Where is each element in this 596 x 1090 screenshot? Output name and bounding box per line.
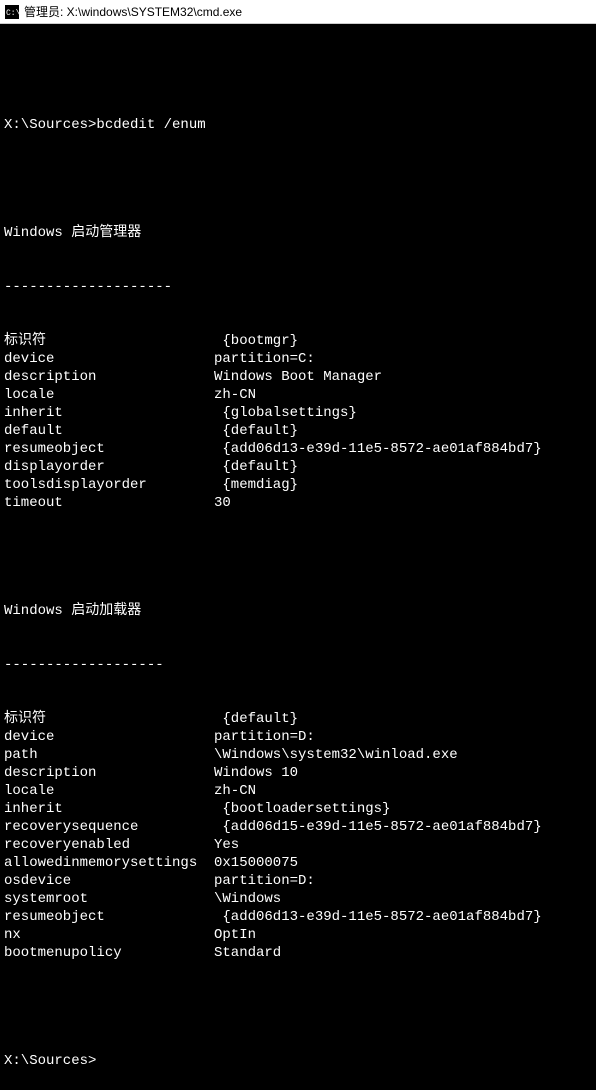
config-value: {default} (214, 458, 592, 476)
config-key: recoveryenabled (4, 836, 214, 854)
config-entry: systemroot\Windows (4, 890, 592, 908)
command-text: bcdedit /enum (96, 117, 205, 133)
section-divider: ------------------- (4, 656, 592, 674)
config-entry: recoverysequence {add06d15-e39d-11e5-857… (4, 818, 592, 836)
config-value: partition=D: (214, 872, 592, 890)
config-entry: localezh-CN (4, 386, 592, 404)
config-value: {add06d15-e39d-11e5-8572-ae01af884bd7} (214, 818, 592, 836)
config-key: systemroot (4, 890, 214, 908)
config-value: 30 (214, 494, 592, 512)
svg-text:C:\: C:\ (6, 9, 19, 18)
section-divider: -------------------- (4, 278, 592, 296)
config-key: nx (4, 926, 214, 944)
config-key: path (4, 746, 214, 764)
config-key: resumeobject (4, 908, 214, 926)
prompt-path: X:\Sources> (4, 117, 96, 133)
blank-line (4, 548, 592, 566)
config-entry: resumeobject {add06d13-e39d-11e5-8572-ae… (4, 908, 592, 926)
config-key: bootmenupolicy (4, 944, 214, 962)
config-key: toolsdisplayorder (4, 476, 214, 494)
config-entry: default {default} (4, 422, 592, 440)
config-key: resumeobject (4, 440, 214, 458)
config-entry: resumeobject {add06d13-e39d-11e5-8572-ae… (4, 440, 592, 458)
config-value: Standard (214, 944, 592, 962)
config-value: Yes (214, 836, 592, 854)
config-key: osdevice (4, 872, 214, 890)
config-entry: devicepartition=C: (4, 350, 592, 368)
config-key: 标识符 (4, 332, 214, 350)
config-entry: devicepartition=D: (4, 728, 592, 746)
config-entry: nxOptIn (4, 926, 592, 944)
config-key: device (4, 350, 214, 368)
blank-line (4, 62, 592, 80)
config-value: 0x15000075 (214, 854, 592, 872)
config-key: recoverysequence (4, 818, 214, 836)
config-value: {bootloadersettings} (214, 800, 592, 818)
config-entry: inherit {bootloadersettings} (4, 800, 592, 818)
config-entry: 标识符 {bootmgr} (4, 332, 592, 350)
config-key: allowedinmemorysettings (4, 854, 214, 872)
config-value: {default} (214, 422, 592, 440)
config-value: partition=C: (214, 350, 592, 368)
config-value: {add06d13-e39d-11e5-8572-ae01af884bd7} (214, 908, 592, 926)
config-entry: bootmenupolicyStandard (4, 944, 592, 962)
config-value: OptIn (214, 926, 592, 944)
config-value: zh-CN (214, 386, 592, 404)
config-entry: timeout30 (4, 494, 592, 512)
section-title: Windows 启动管理器 (4, 224, 592, 242)
config-value: Windows 10 (214, 764, 592, 782)
config-entry: osdevicepartition=D: (4, 872, 592, 890)
config-entry: descriptionWindows 10 (4, 764, 592, 782)
config-key: description (4, 764, 214, 782)
config-value: {bootmgr} (214, 332, 592, 350)
config-value: \Windows\system32\winload.exe (214, 746, 592, 764)
blank-line (4, 170, 592, 188)
config-key: locale (4, 386, 214, 404)
config-entry: recoveryenabledYes (4, 836, 592, 854)
config-entry: inherit {globalsettings} (4, 404, 592, 422)
config-key: timeout (4, 494, 214, 512)
config-key: 标识符 (4, 710, 214, 728)
command-line: X:\Sources>bcdedit /enum (4, 116, 592, 134)
config-value: Windows Boot Manager (214, 368, 592, 386)
prompt-path: X:\Sources> (4, 1053, 96, 1069)
section-title: Windows 启动加载器 (4, 602, 592, 620)
config-entry: displayorder {default} (4, 458, 592, 476)
config-entry: localezh-CN (4, 782, 592, 800)
config-value: {add06d13-e39d-11e5-8572-ae01af884bd7} (214, 440, 592, 458)
config-value: {memdiag} (214, 476, 592, 494)
config-key: inherit (4, 404, 214, 422)
config-key: default (4, 422, 214, 440)
config-entry: path\Windows\system32\winload.exe (4, 746, 592, 764)
config-key: device (4, 728, 214, 746)
config-value: partition=D: (214, 728, 592, 746)
config-entry: toolsdisplayorder {memdiag} (4, 476, 592, 494)
terminal-output[interactable]: X:\Sources>bcdedit /enum Windows 启动管理器 -… (0, 24, 596, 1090)
config-value: {globalsettings} (214, 404, 592, 422)
cmd-icon: C:\ (4, 4, 20, 20)
config-value: \Windows (214, 890, 592, 908)
prompt-line: X:\Sources> (4, 1052, 592, 1070)
config-key: locale (4, 782, 214, 800)
config-entry: 标识符 {default} (4, 710, 592, 728)
titlebar[interactable]: C:\ 管理员: X:\windows\SYSTEM32\cmd.exe (0, 0, 596, 24)
config-key: displayorder (4, 458, 214, 476)
config-value: zh-CN (214, 782, 592, 800)
config-entry: allowedinmemorysettings0x15000075 (4, 854, 592, 872)
config-entry: descriptionWindows Boot Manager (4, 368, 592, 386)
titlebar-text: 管理员: X:\windows\SYSTEM32\cmd.exe (24, 3, 242, 20)
config-value: {default} (214, 710, 592, 728)
config-key: description (4, 368, 214, 386)
blank-line (4, 998, 592, 1016)
config-key: inherit (4, 800, 214, 818)
